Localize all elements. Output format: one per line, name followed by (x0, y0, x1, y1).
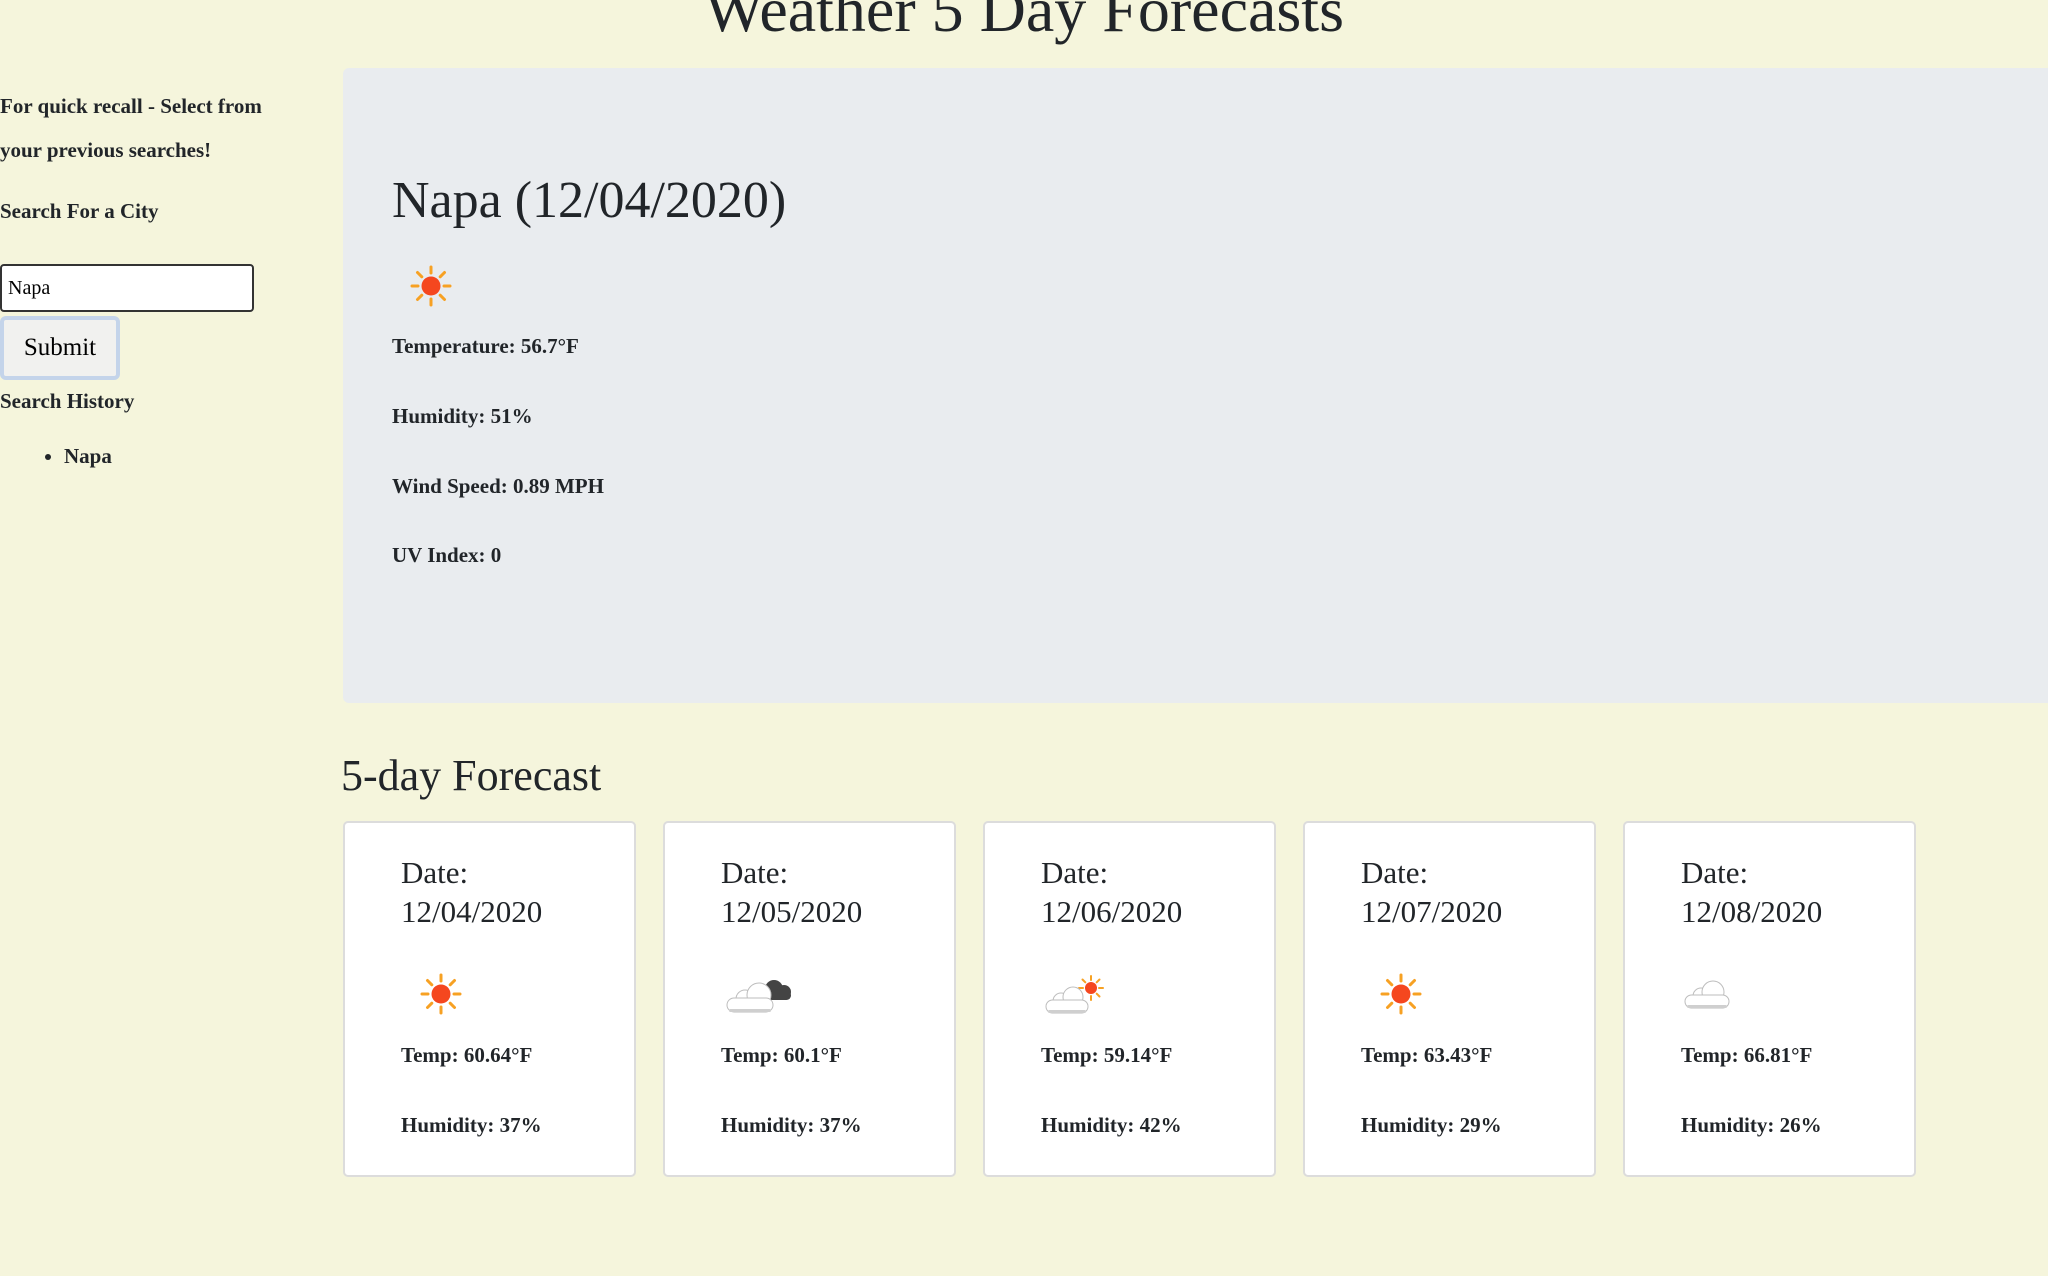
forecast-heading: 5-day Forecast (341, 751, 602, 800)
forecast-temp: Temp: 60.64°F (401, 1043, 533, 1067)
date-value: 12/04/2020 (401, 894, 543, 929)
page-title: Weather 5 Day Forecasts (704, 0, 1344, 45)
cloudy-icon (726, 980, 791, 1013)
sidebar: For quick recall - Select from your prev… (0, 84, 330, 468)
forecast-card: Date: 12/05/2020 Temp: 60.1°F Humidity: 3… (663, 821, 956, 1177)
forecast-humidity: Humidity: 26% (1681, 1113, 1822, 1137)
date-label: Date: (1681, 855, 1749, 890)
current-wind-speed: Wind Speed: 0.89 MPH (392, 474, 604, 498)
search-label: Search For a City (0, 199, 159, 223)
forecast-humidity: Humidity: 42% (1041, 1113, 1182, 1137)
forecast-humidity: Humidity: 37% (401, 1113, 542, 1137)
forecast-temp: Temp: 66.81°F (1681, 1043, 1813, 1067)
city-search-input[interactable] (0, 264, 254, 312)
forecast-card: Date: 12/07/2020 Temp: 63.43°F Humidity: … (1303, 821, 1596, 1177)
history-item-napa[interactable]: Napa (64, 442, 112, 470)
date-value: 12/07/2020 (1361, 894, 1503, 929)
forecast-date: Date: 12/06/2020 (1041, 853, 1182, 931)
city-title: Napa (12/04/2020) (392, 172, 787, 229)
forecast-temp: Temp: 59.14°F (1041, 1043, 1173, 1067)
date-value: 12/05/2020 (721, 894, 863, 929)
current-temperature: Temperature: 56.7°F (392, 334, 579, 358)
forecast-card: Date: 12/06/2020 Temp: 59.14°F Humidity: … (983, 821, 1276, 1177)
date-value: 12/08/2020 (1681, 894, 1823, 929)
forecast-humidity: Humidity: 29% (1361, 1113, 1502, 1137)
current-uv-index: UV Index: 0 (392, 543, 502, 567)
forecast-date: Date: 12/07/2020 (1361, 853, 1502, 931)
search-history-list: Napa (0, 442, 112, 470)
sun-icon (1380, 973, 1422, 1015)
search-history-label: Search History (0, 389, 135, 413)
forecast-date: Date: 12/08/2020 (1681, 853, 1822, 931)
sun-icon (420, 973, 462, 1015)
submit-button[interactable]: Submit (0, 316, 120, 380)
sun-icon (410, 265, 452, 307)
forecast-date: Date: 12/04/2020 (401, 853, 542, 931)
forecast-humidity: Humidity: 37% (721, 1113, 862, 1137)
date-label: Date: (1041, 855, 1109, 890)
forecast-card: Date: 12/08/2020 Temp: 66.81°F Humidity: … (1623, 821, 1916, 1177)
current-humidity: Humidity: 51% (392, 404, 533, 428)
forecast-temp: Temp: 63.43°F (1361, 1043, 1493, 1067)
forecast-card: Date: 12/04/2020 Temp: 60.64°F Humidity: … (343, 821, 636, 1177)
forecast-date: Date: 12/05/2020 (721, 853, 862, 931)
date-label: Date: (1361, 855, 1429, 890)
partly-cloudy-icon (1045, 975, 1104, 1014)
date-label: Date: (721, 855, 789, 890)
current-weather-panel: Napa (12/04/2020) Temperature: 56.7°F Hu… (343, 68, 2048, 703)
date-value: 12/06/2020 (1041, 894, 1183, 929)
date-label: Date: (401, 855, 469, 890)
recall-hint: For quick recall - Select from your prev… (0, 94, 262, 162)
forecast-temp: Temp: 60.1°F (721, 1043, 842, 1067)
cloud-icon (1684, 980, 1730, 1009)
